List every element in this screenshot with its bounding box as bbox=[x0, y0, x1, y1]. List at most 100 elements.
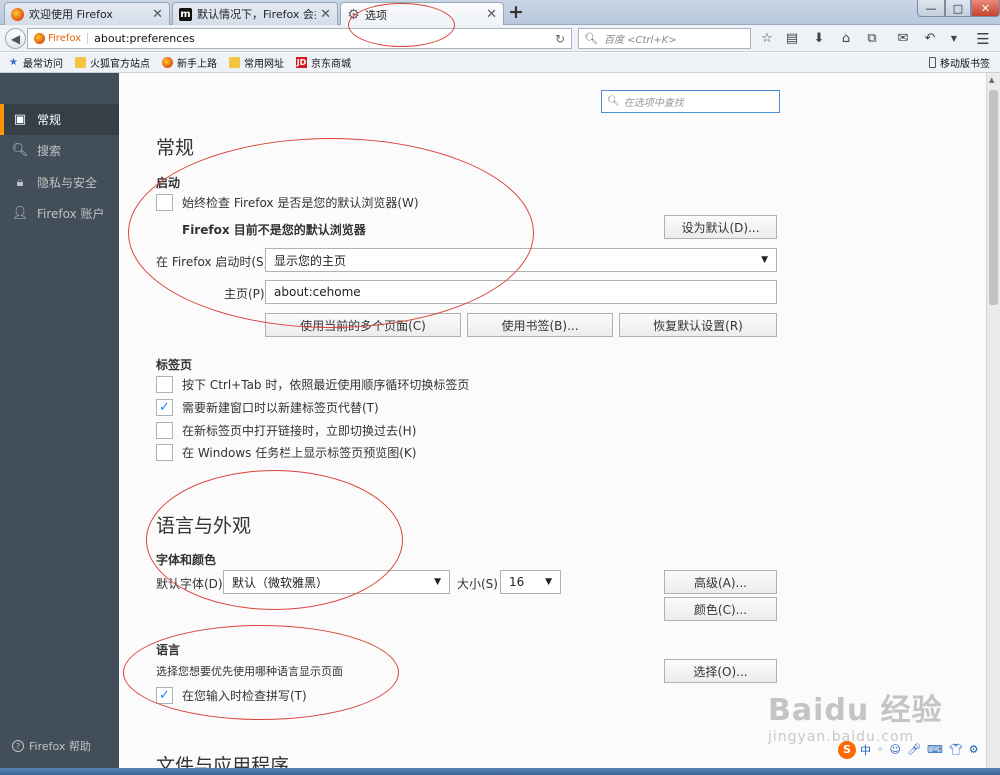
bookmark-firefox-official[interactable]: 火狐官方站点 bbox=[75, 55, 150, 70]
option-label: 需要新建窗口时以新建标签页代替(T) bbox=[182, 401, 379, 415]
bookmark-label: 京东商城 bbox=[311, 59, 351, 70]
spellcheck-checkbox[interactable]: ✓ bbox=[156, 687, 173, 704]
checkmark-icon: ✓ bbox=[159, 688, 170, 703]
use-bookmark-button[interactable]: 使用书签(B)... bbox=[467, 313, 613, 337]
firefox-help-link[interactable]: ? Firefox 帮助 bbox=[12, 738, 91, 754]
bookmark-label: 新手上路 bbox=[177, 59, 217, 70]
mobile-bookmarks-label: 移动版书签 bbox=[940, 59, 990, 70]
scroll-up-arrow-icon[interactable]: ▲ bbox=[989, 76, 994, 84]
general-icon: ▣ bbox=[13, 112, 27, 127]
close-icon[interactable]: ✕ bbox=[486, 7, 497, 22]
sidebar-item-label: 隐私与安全 bbox=[37, 176, 98, 190]
bookmark-most-visited[interactable]: ★ 最常访问 bbox=[8, 55, 63, 70]
tab-privacy-article[interactable]: m 默认情况下，Firefox 会共享 ✕ bbox=[172, 2, 338, 25]
sidebar-item-account[interactable]: 👤︎ Firefox 账户 bbox=[0, 198, 119, 229]
maximize-button[interactable]: □ bbox=[945, 0, 971, 17]
download-icon[interactable]: ⬇ bbox=[809, 29, 829, 48]
undo-icon[interactable]: ↶ bbox=[920, 29, 940, 48]
tab-option-taskbar-preview[interactable]: 在 Windows 任务栏上显示标签页预览图(K) bbox=[156, 444, 416, 461]
section-title-general: 常规 bbox=[156, 137, 195, 159]
colors-button[interactable]: 颜色(C)... bbox=[664, 597, 777, 621]
sidebar-item-search[interactable]: 🔍︎ 搜索 bbox=[0, 135, 119, 166]
language-heading: 语言 bbox=[156, 643, 181, 657]
default-font-select[interactable]: 默认（微软雅黑） ▼ bbox=[223, 570, 450, 594]
check-default-checkbox[interactable] bbox=[156, 194, 173, 211]
find-in-options-input[interactable]: 🔍︎ 在选项中查找 bbox=[601, 90, 780, 113]
tab-welcome[interactable]: 欢迎使用 Firefox ✕ bbox=[4, 2, 170, 25]
on-start-select[interactable]: 显示您的主页 ▼ bbox=[265, 248, 777, 272]
url-text[interactable]: about:preferences bbox=[94, 32, 555, 45]
ime-status-bar[interactable]: S 中 ◦ ☺ 🎤︎ ⌨ 👕︎ ⚙ bbox=[838, 740, 988, 759]
bookmark-label: 常用网址 bbox=[244, 59, 284, 70]
choose-language-button[interactable]: 选择(O)... bbox=[664, 659, 777, 683]
punctuation-icon[interactable]: ◦ bbox=[877, 743, 884, 756]
home-icon[interactable]: ⌂ bbox=[836, 29, 856, 48]
web-search-input[interactable]: 🔍︎ 百度 <Ctrl+K> bbox=[578, 28, 751, 49]
ime-mode[interactable]: 中 bbox=[860, 742, 871, 758]
mobile-bookmarks[interactable]: 移动版书签 bbox=[929, 55, 990, 70]
help-label: Firefox 帮助 bbox=[29, 740, 91, 753]
new-window-as-tab-checkbox[interactable]: ✓ bbox=[156, 399, 173, 416]
reload-icon[interactable]: ↻ bbox=[555, 32, 565, 46]
sogou-logo-icon: S bbox=[838, 740, 856, 759]
find-placeholder: 在选项中查找 bbox=[623, 98, 684, 109]
font-size-value: 16 bbox=[509, 575, 525, 589]
bookmark-jd-mall[interactable]: JD 京东商城 bbox=[296, 55, 351, 70]
tab-options[interactable]: ⚙ 选项 ✕ bbox=[340, 2, 504, 26]
navigation-toolbar: ◀ Firefox about:preferences ↻ 🔍︎ 百度 <Ctr… bbox=[0, 25, 1000, 52]
close-icon[interactable]: ✕ bbox=[320, 7, 331, 22]
help-icon: ? bbox=[12, 740, 24, 752]
bookmark-getting-started[interactable]: 新手上路 bbox=[162, 55, 217, 70]
new-tab-button[interactable]: + bbox=[508, 3, 524, 22]
emoji-icon[interactable]: ☺ bbox=[890, 743, 901, 756]
sidebar-item-general[interactable]: ▣ 常规 bbox=[0, 104, 119, 135]
firefox-icon bbox=[34, 33, 45, 44]
tab-option-ctrl-tab[interactable]: 按下 Ctrl+Tab 时，依照最近使用顺序循环切换标签页 bbox=[156, 376, 469, 393]
menu-icon[interactable]: ☰ bbox=[973, 29, 993, 48]
scrollbar-thumb[interactable] bbox=[989, 90, 998, 305]
font-size-label: 大小(S) bbox=[457, 577, 498, 591]
font-size-select[interactable]: 16 ▼ bbox=[500, 570, 561, 594]
spellcheck-row[interactable]: ✓ 在您输入时检查拼写(T) bbox=[156, 687, 307, 704]
skin-icon[interactable]: 👕︎ bbox=[949, 743, 963, 756]
bookmark-star-icon[interactable]: ☆ bbox=[757, 29, 777, 48]
content-scrollbar[interactable]: ▲ bbox=[986, 73, 1000, 775]
mic-icon[interactable]: 🎤︎ bbox=[907, 743, 921, 756]
tab-option-new-window-as-tab[interactable]: ✓ 需要新建窗口时以新建标签页代替(T) bbox=[156, 399, 379, 416]
url-bar[interactable]: Firefox about:preferences ↻ bbox=[27, 28, 572, 49]
reading-list-icon[interactable]: ▤ bbox=[782, 29, 802, 48]
advanced-fonts-button[interactable]: 高级(A)... bbox=[664, 570, 777, 594]
tabs-heading: 标签页 bbox=[156, 358, 193, 372]
search-icon: 🔍︎ bbox=[607, 96, 620, 107]
switch-immediately-checkbox[interactable] bbox=[156, 422, 173, 439]
check-default-label: 始终检查 Firefox 是否是您的默认浏览器(W) bbox=[182, 196, 419, 210]
minimize-button[interactable]: — bbox=[917, 0, 945, 17]
search-icon: 🔍︎ bbox=[584, 32, 598, 45]
keyboard-icon[interactable]: ⌨ bbox=[927, 743, 943, 756]
undo-dropdown-icon[interactable]: ▼ bbox=[944, 29, 964, 48]
tab-label: 欢迎使用 Firefox bbox=[29, 8, 113, 21]
close-icon[interactable]: ✕ bbox=[152, 7, 163, 22]
screenshot-icon[interactable]: ⧉ bbox=[862, 29, 882, 48]
taskbar-preview-checkbox[interactable] bbox=[156, 444, 173, 461]
ctrl-tab-checkbox[interactable] bbox=[156, 376, 173, 393]
homepage-input[interactable]: about:cehome bbox=[265, 280, 777, 304]
check-default-row[interactable]: 始终检查 Firefox 是否是您的默认浏览器(W) bbox=[156, 194, 419, 211]
bookmark-common-sites[interactable]: 常用网址 bbox=[229, 55, 284, 70]
jd-icon: JD bbox=[296, 57, 307, 68]
use-current-pages-button[interactable]: 使用当前的多个页面(C) bbox=[265, 313, 461, 337]
fonts-colors-heading: 字体和颜色 bbox=[156, 553, 217, 567]
back-button[interactable]: ◀ bbox=[5, 28, 26, 49]
identity-box[interactable]: Firefox bbox=[34, 33, 89, 44]
close-window-button[interactable]: ✕ bbox=[971, 0, 1000, 17]
tools-icon[interactable]: ⚙ bbox=[969, 743, 979, 756]
spellcheck-label: 在您输入时检查拼写(T) bbox=[182, 689, 307, 703]
sidebar-item-privacy[interactable]: 🔒︎ 隐私与安全 bbox=[0, 167, 119, 198]
checkmark-icon: ✓ bbox=[159, 400, 170, 415]
star-bookmark-icon: ★ bbox=[9, 57, 18, 68]
tab-option-switch-immediately[interactable]: 在新标签页中打开链接时，立即切换过去(H) bbox=[156, 422, 416, 439]
chat-icon[interactable]: ✉ bbox=[893, 29, 913, 48]
restore-default-button[interactable]: 恢复默认设置(R) bbox=[619, 313, 777, 337]
search-placeholder: 百度 <Ctrl+K> bbox=[603, 35, 677, 46]
set-default-button[interactable]: 设为默认(D)... bbox=[664, 215, 777, 239]
